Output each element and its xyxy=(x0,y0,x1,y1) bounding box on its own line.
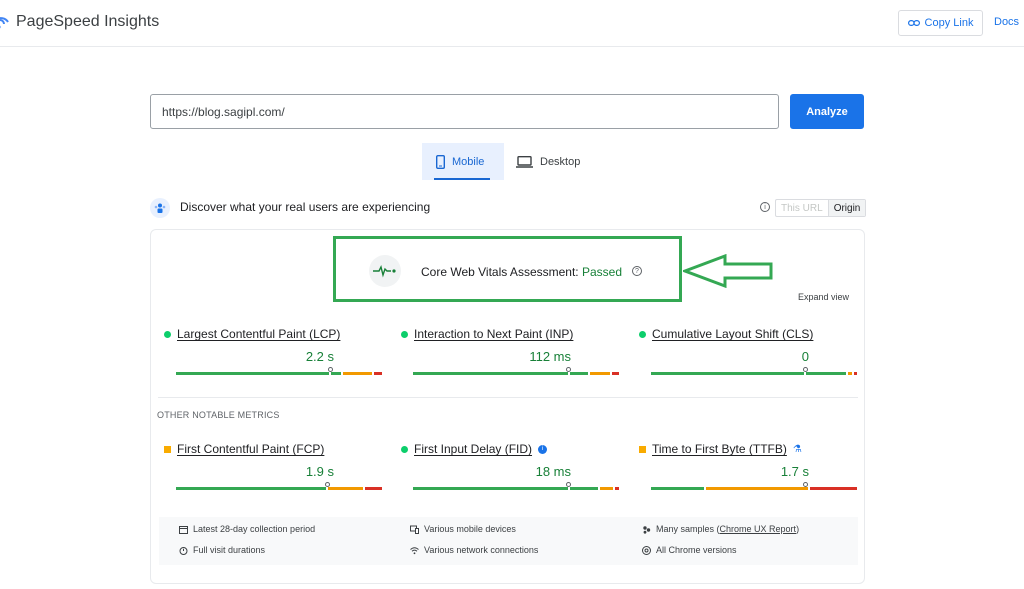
flask-icon[interactable]: ⚗ xyxy=(793,444,802,455)
wifi-icon xyxy=(410,546,419,554)
annotation-arrow-icon xyxy=(683,254,773,288)
fact-samples: Many samples (Chrome UX Report) xyxy=(642,524,799,534)
toggle-this-url[interactable]: This URL xyxy=(776,200,828,216)
tab-mobile[interactable]: Mobile xyxy=(422,143,504,180)
metric-value: 1.9 s xyxy=(305,464,334,479)
metric-name[interactable]: First Contentful Paint (FCP) xyxy=(177,442,324,456)
p75-marker xyxy=(803,367,808,372)
fact-samples-prefix: Many samples ( xyxy=(656,524,720,534)
phone-icon xyxy=(436,154,445,169)
people-icon xyxy=(643,525,651,534)
metric-value: 18 ms xyxy=(535,464,571,479)
metric-fid: First Input Delay (FID) i 18 ms xyxy=(401,442,619,502)
metric-value: 2.2 s xyxy=(305,349,334,364)
fact-durations: Full visit durations xyxy=(179,545,265,555)
metric-lcp: Largest Contentful Paint (LCP) 2.2 s xyxy=(164,327,383,387)
fact-period-text: Latest 28-day collection period xyxy=(193,524,316,534)
metric-name[interactable]: Cumulative Layout Shift (CLS) xyxy=(652,327,813,341)
p75-marker xyxy=(328,367,333,372)
chrome-icon xyxy=(642,545,651,555)
assessment-label: Core Web Vitals Assessment: xyxy=(421,265,579,279)
good-status-icon xyxy=(401,330,408,338)
link-icon xyxy=(907,20,920,27)
pagespeed-logo-icon xyxy=(0,17,9,29)
fact-durations-text: Full visit durations xyxy=(193,545,266,555)
good-status-icon xyxy=(639,330,646,338)
expand-view-link[interactable]: Expand view xyxy=(798,292,849,302)
pulse-icon xyxy=(369,255,401,287)
analyze-button[interactable]: Analyze xyxy=(790,94,864,129)
field-data-heading: Discover what your real users are experi… xyxy=(180,200,431,214)
app-title: PageSpeed Insights xyxy=(16,13,160,30)
metric-fcp: First Contentful Paint (FCP) 1.9 s xyxy=(164,442,382,502)
toggle-origin[interactable]: Origin xyxy=(827,200,866,216)
p75-marker xyxy=(803,482,808,487)
assessment-title: Core Web Vitals Assessment: Passed xyxy=(421,265,622,279)
tab-desktop[interactable]: Desktop xyxy=(515,143,595,180)
metric-value: 0 xyxy=(801,349,809,364)
p75-marker xyxy=(566,367,571,372)
distribution-bar xyxy=(413,487,619,490)
metric-name[interactable]: Time to First Byte (TTFB) xyxy=(652,442,787,456)
section-divider xyxy=(158,397,858,398)
other-metrics-heading: OTHER NOTABLE METRICS xyxy=(157,410,280,420)
fact-versions-text: All Chrome versions xyxy=(656,545,737,555)
fact-devices: Various mobile devices xyxy=(410,524,516,534)
distribution-bar xyxy=(413,372,619,375)
metric-ttfb: Time to First Byte (TTFB) ⚗ 1.7 s xyxy=(639,442,857,502)
fact-samples-suffix: ) xyxy=(796,524,800,534)
devices-icon xyxy=(410,525,419,534)
fact-devices-text: Various mobile devices xyxy=(424,524,516,534)
metric-name[interactable]: Interaction to Next Paint (INP) xyxy=(414,327,573,341)
copy-link-label: Copy Link xyxy=(924,17,974,29)
metric-value: 1.7 s xyxy=(780,464,809,479)
distribution-bar xyxy=(651,487,857,490)
users-icon xyxy=(150,198,170,218)
tab-desktop-label: Desktop xyxy=(540,155,581,168)
metric-cls: Cumulative Layout Shift (CLS) 0 xyxy=(639,327,857,387)
good-status-icon xyxy=(401,445,408,453)
tab-mobile-label: Mobile xyxy=(452,155,485,168)
distribution-bar xyxy=(176,372,383,375)
metric-value: 112 ms xyxy=(529,349,571,364)
docs-link[interactable]: Docs xyxy=(994,16,1019,28)
good-status-icon xyxy=(164,330,171,338)
fact-versions: All Chrome versions xyxy=(642,545,737,555)
copy-link-button[interactable]: Copy Link xyxy=(898,10,983,36)
info-icon[interactable]: i xyxy=(538,444,548,454)
metric-name[interactable]: Largest Contentful Paint (LCP) xyxy=(177,327,340,341)
needs-improvement-status-icon xyxy=(164,445,171,453)
needs-improvement-status-icon xyxy=(639,445,646,453)
url-input[interactable]: https://blog.sagipl.com/ xyxy=(150,94,779,129)
help-icon[interactable]: ? xyxy=(632,266,642,276)
distribution-bar xyxy=(176,487,382,490)
info-icon[interactable]: i xyxy=(760,202,770,212)
metric-inp: Interaction to Next Paint (INP) 112 ms xyxy=(401,327,619,387)
chrome-ux-report-link[interactable]: Chrome UX Report xyxy=(720,524,797,534)
p75-marker xyxy=(325,482,330,487)
p75-marker xyxy=(566,482,571,487)
fact-network-text: Various network connections xyxy=(424,545,539,555)
stopwatch-icon xyxy=(179,546,188,555)
distribution-bar xyxy=(651,372,857,375)
fact-period: Latest 28-day collection period xyxy=(179,524,315,534)
assessment-status: Passed xyxy=(581,265,622,279)
calendar-icon xyxy=(179,525,188,534)
scope-toggle[interactable]: This URL Origin xyxy=(775,199,867,217)
app-header: PageSpeed Insights Copy Link Docs xyxy=(0,0,1024,47)
fact-network: Various network connections xyxy=(410,545,538,555)
metric-name[interactable]: First Input Delay (FID) xyxy=(414,442,532,456)
laptop-icon xyxy=(516,155,533,168)
